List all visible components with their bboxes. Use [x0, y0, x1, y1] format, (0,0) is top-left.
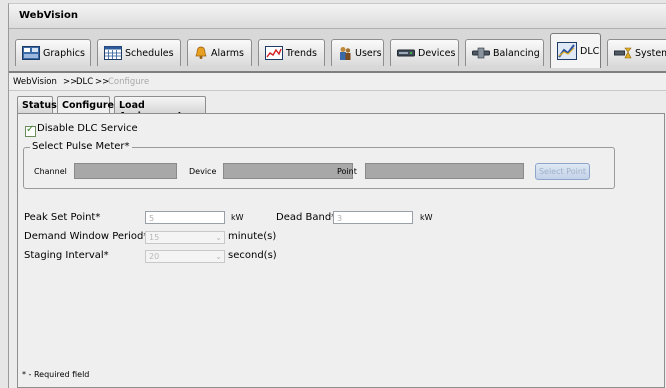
- tab-devices[interactable]: Devices: [390, 39, 459, 66]
- select-point-button[interactable]: Select Point: [535, 163, 590, 180]
- demand-window-unit: minute(s): [228, 231, 277, 242]
- tab-alarms[interactable]: Alarms: [187, 39, 252, 66]
- dead-band-label: Dead Band*: [276, 212, 337, 223]
- tab-label: Alarms: [211, 47, 244, 59]
- tab-users[interactable]: Users: [331, 39, 384, 66]
- tab-trends[interactable]: Trends: [258, 39, 325, 66]
- subtab-load-assignment[interactable]: Load Assignment: [114, 96, 206, 122]
- tab-balancing[interactable]: Balancing: [465, 39, 544, 66]
- staging-interval-select[interactable]: 20 ⌄: [145, 250, 225, 263]
- point-field: [365, 163, 524, 179]
- tab-dlc[interactable]: DLC: [550, 33, 601, 68]
- demand-window-select[interactable]: 15 ⌄: [145, 231, 225, 244]
- tab-label: System: [635, 47, 666, 59]
- staging-interval-value: 20: [149, 252, 160, 261]
- channel-label: Channel: [34, 167, 67, 176]
- pulse-meter-group: Select Pulse Meter* Channel Device Point…: [23, 141, 615, 189]
- breadcrumb-root[interactable]: WebVision: [13, 77, 57, 87]
- point-label: Point: [337, 167, 357, 176]
- dlc-icon: [557, 42, 577, 60]
- tab-label: Graphics: [43, 47, 85, 59]
- tab-schedules[interactable]: Schedules: [97, 39, 181, 66]
- tab-label: Balancing: [493, 47, 540, 59]
- graphics-icon: [22, 46, 40, 60]
- title-bar: WebVision: [9, 4, 666, 29]
- chevron-down-icon: ⌄: [215, 252, 222, 261]
- tab-label: Trends: [286, 47, 317, 59]
- staging-interval-label: Staging Interval*: [24, 250, 109, 261]
- devices-icon: [397, 49, 415, 57]
- users-icon: [340, 47, 351, 60]
- demand-window-label: Demand Window Period*: [24, 231, 149, 242]
- schedules-icon: [104, 46, 122, 60]
- tab-label: Devices: [418, 47, 456, 59]
- subtab-configure[interactable]: Configure: [57, 96, 114, 113]
- pulse-meter-group-title: Select Pulse Meter*: [30, 141, 132, 152]
- dead-band-unit-label: kW: [420, 213, 433, 222]
- disable-dlc-checkbox[interactable]: [25, 124, 36, 137]
- alarms-icon: [195, 46, 207, 59]
- tab-label: DLC: [580, 45, 600, 57]
- channel-field: [74, 163, 177, 179]
- required-field-note: * - Required field: [22, 370, 90, 379]
- breadcrumb-section[interactable]: DLC: [76, 77, 93, 87]
- trends-icon: [265, 46, 283, 60]
- tab-system[interactable]: System: [607, 39, 666, 66]
- system-icon: [614, 47, 632, 59]
- chevron-down-icon: ⌄: [215, 233, 222, 242]
- dead-band-input[interactable]: 3: [333, 211, 413, 224]
- app-window: WebVision Graphics Schedules Alarms Tren…: [8, 3, 666, 388]
- staging-interval-unit: second(s): [228, 250, 277, 261]
- device-field: [223, 163, 353, 179]
- breadcrumb: WebVision >> DLC >> Configure: [9, 73, 666, 91]
- device-label: Device: [189, 167, 217, 176]
- subtab-status[interactable]: Status: [17, 96, 57, 113]
- disable-dlc-label: Disable DLC Service: [37, 123, 138, 134]
- peak-unit-label: kW: [231, 213, 244, 222]
- breadcrumb-current: Configure: [108, 77, 150, 87]
- peak-set-point-input[interactable]: 5: [145, 211, 225, 224]
- main-tab-strip: Graphics Schedules Alarms Trends Users D…: [9, 29, 666, 73]
- app-title: WebVision: [19, 10, 78, 21]
- tab-label: Users: [355, 47, 382, 59]
- demand-window-value: 15: [149, 233, 160, 242]
- balancing-icon: [472, 47, 490, 59]
- configure-panel: Disable DLC Service Select Pulse Meter* …: [17, 113, 665, 388]
- tab-label: Schedules: [125, 47, 174, 59]
- tab-graphics[interactable]: Graphics: [15, 39, 91, 66]
- peak-set-point-label: Peak Set Point*: [24, 212, 101, 223]
